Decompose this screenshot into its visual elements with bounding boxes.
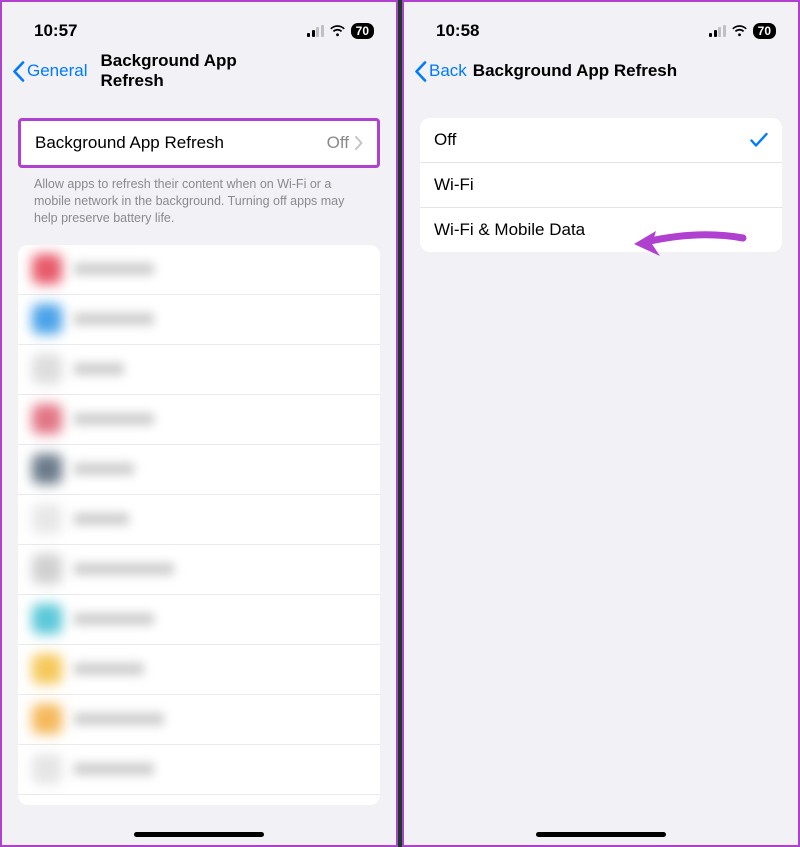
option-label: Wi-Fi & Mobile Data [434,220,768,240]
checkmark-icon [750,132,768,148]
chevron-right-icon [355,136,363,150]
back-button[interactable]: General [12,61,87,82]
home-indicator[interactable] [536,832,666,837]
row-label: Background App Refresh [35,133,327,153]
option-off[interactable]: Off [420,118,782,163]
app-list-blurred [18,245,380,805]
status-icons: 70 [307,23,374,39]
content: Off Wi-Fi Wi-Fi & Mobile Data [404,118,798,252]
phone-screen-left: 10:57 70 General Background App Refresh … [0,0,398,847]
page-title: Background App Refresh [473,61,677,81]
row-value: Off [327,133,349,153]
status-bar: 10:57 70 [2,2,396,50]
options-group: Off Wi-Fi Wi-Fi & Mobile Data [420,118,782,252]
back-button[interactable]: Back [414,61,467,82]
navigation-bar: General Background App Refresh [2,50,396,94]
option-wifi-mobile[interactable]: Wi-Fi & Mobile Data [420,208,782,252]
option-label: Off [434,130,750,150]
content: Background App Refresh Off Allow apps to… [2,118,396,805]
status-time: 10:57 [34,21,77,41]
status-bar: 10:58 70 [404,2,798,50]
phone-screen-right: 10:58 70 Back Background App Refresh Off… [402,0,800,847]
cellular-signal-icon [709,25,726,37]
background-app-refresh-row[interactable]: Background App Refresh Off [21,121,377,165]
battery-icon: 70 [351,23,374,39]
chevron-left-icon [12,61,25,82]
status-icons: 70 [709,23,776,39]
back-label: Back [429,61,467,81]
home-indicator[interactable] [134,832,264,837]
back-label: General [27,61,87,81]
option-wifi[interactable]: Wi-Fi [420,163,782,208]
wifi-icon [329,25,346,37]
page-title: Background App Refresh [101,51,298,91]
chevron-left-icon [414,61,427,82]
section-footer: Allow apps to refresh their content when… [18,168,380,227]
battery-icon: 70 [753,23,776,39]
wifi-icon [731,25,748,37]
cellular-signal-icon [307,25,324,37]
option-label: Wi-Fi [434,175,768,195]
status-time: 10:58 [436,21,479,41]
background-app-refresh-group: Background App Refresh Off [18,118,380,168]
navigation-bar: Back Background App Refresh [404,50,798,94]
